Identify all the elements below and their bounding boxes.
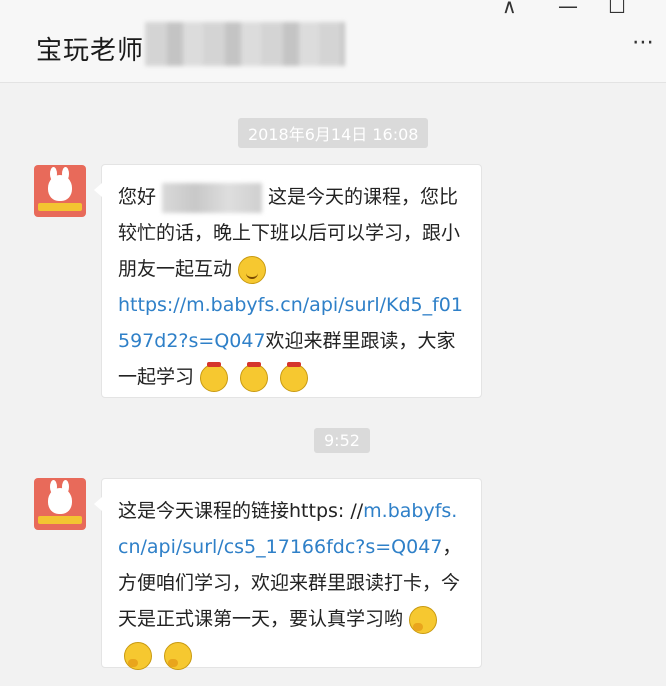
timestamp: 9:52 [314, 428, 370, 453]
angry-emoji [200, 361, 229, 392]
more-icon[interactable]: ⋯ [632, 30, 656, 55]
message-bubble: 这是今天课程的链接https: //m.babyfs.cn/api/surl/c… [94, 478, 482, 670]
thinking-emoji [409, 605, 438, 634]
chat-title: 宝玩老师 [36, 36, 145, 66]
message-text: 这是今天课程的链接https: // [118, 500, 364, 522]
timestamp: 2018年6月14日 16:08 [238, 118, 429, 148]
greeting: 您好 [118, 186, 157, 208]
title-bar: ⊼ — ☐ 宝玩老师 ⋯ [0, 0, 666, 83]
thinking-emoji [164, 641, 192, 670]
message-bubble: 您好 这是今天的课程，您比较忙的话，晚上下班以后可以学习，跟小朋友一起互动 http… [94, 164, 482, 398]
redacted-name [145, 22, 345, 66]
avatar[interactable] [34, 165, 86, 217]
pin-icon[interactable]: ⊼ [502, 0, 517, 18]
angry-emoji [280, 361, 309, 392]
minimize-icon[interactable]: — [558, 0, 578, 18]
avatar[interactable] [34, 478, 86, 530]
angry-emoji [240, 361, 269, 392]
smile-emoji [238, 255, 267, 284]
maximize-icon[interactable]: ☐ [608, 0, 626, 18]
thinking-emoji [124, 641, 152, 670]
redacted-name [162, 182, 263, 213]
